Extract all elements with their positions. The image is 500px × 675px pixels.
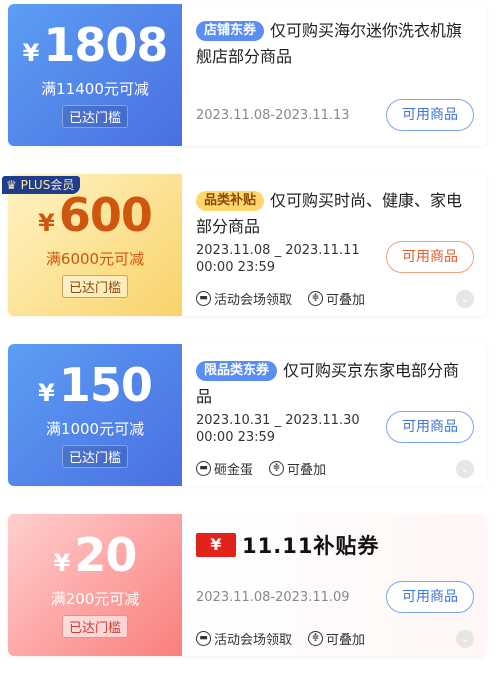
- coupon-title-block: 店铺东券 仅可购买海尔迷你洗衣机旗舰店部分商品: [196, 18, 472, 70]
- threshold-badge: 已达门槛: [61, 615, 128, 638]
- currency-symbol: ¥: [38, 209, 55, 237]
- subsidy-logo-text: 11.11补贴券: [242, 534, 380, 558]
- threshold-badge: 已达门槛: [61, 445, 128, 468]
- ticket-icon: ▬: [196, 631, 211, 646]
- meta-source: 砸金蛋: [214, 463, 254, 478]
- currency-symbol: ¥: [22, 39, 40, 67]
- stack-icon: ≑: [269, 461, 285, 476]
- coupon-meta: ▬ 活动会场领取 ≑ 可叠加: [196, 629, 365, 648]
- coupon-type-tag: 限品类东券: [196, 361, 278, 381]
- usable-items-button[interactable]: 可用商品: [386, 99, 474, 131]
- meta-source: 活动会场领取: [214, 633, 293, 648]
- coupon-value-panel: ¥ 20 满200元可减 已达门槛: [8, 514, 182, 656]
- coupon-card[interactable]: ¥ 1808 满11400元可减 已达门槛 店铺东券 仅可购买海尔迷你洗衣机旗舰店…: [8, 4, 486, 146]
- coupon-type-tag: 店铺东券: [196, 21, 265, 41]
- ticket-icon: ▬: [196, 461, 211, 476]
- coupon-card[interactable]: ¥ 600 满6000元可减 已达门槛 品类补贴 仅可购买时尚、健康、家电部分商品…: [8, 174, 486, 316]
- coupon-condition: 满11400元可减: [41, 80, 149, 98]
- amount-value: 600: [58, 188, 153, 242]
- usable-items-button[interactable]: 可用商品: [386, 411, 474, 443]
- coupon-info: 品类补贴 仅可购买时尚、健康、家电部分商品 2023.11.08 _ 2023.1…: [182, 174, 486, 316]
- currency-symbol: ¥: [38, 379, 55, 407]
- coupon-card[interactable]: ¥ 150 满1000元可减 已达门槛 限品类东券 仅可购买京东家电部分商品 20…: [8, 344, 486, 486]
- coupon-amount: ¥ 600: [38, 188, 153, 242]
- stack-icon: ≑: [308, 291, 324, 306]
- plus-member-label: PLUS会员: [20, 178, 75, 192]
- coupon-amount: ¥ 1808: [22, 18, 169, 72]
- coupon-info: 店铺东券 仅可购买海尔迷你洗衣机旗舰店部分商品 2023.11.08-2023.1…: [182, 4, 486, 146]
- yen-logo-mark: ¥: [196, 533, 236, 557]
- threshold-badge: 已达门槛: [61, 105, 128, 128]
- coupon-list: ¥ 1808 满11400元可减 已达门槛 店铺东券 仅可购买海尔迷你洗衣机旗舰店…: [0, 0, 500, 675]
- amount-value: 20: [74, 528, 137, 582]
- crown-icon: ♛: [6, 178, 17, 192]
- validity-times: 00:00 23:59: [196, 260, 276, 275]
- validity-dates: 2023.10.31 _ 2023.11.30: [196, 413, 360, 428]
- coupon-condition: 满200元可减: [50, 590, 140, 608]
- meta-source: 活动会场领取: [214, 293, 293, 308]
- meta-stackable: 可叠加: [287, 463, 327, 478]
- amount-value: 150: [58, 358, 153, 412]
- coupon-card[interactable]: ¥ 20 满200元可减 已达门槛 ¥ 11.11补贴券 2023.11.08-…: [8, 514, 486, 656]
- coupon-validity: 2023.11.08-2023.11.13: [196, 108, 350, 123]
- coupon-info: 限品类东券 仅可购买京东家电部分商品 2023.10.31 _ 2023.11.3…: [182, 344, 486, 486]
- coupon-amount: ¥ 20: [53, 528, 138, 582]
- coupon-title-block: 品类补贴 仅可购买时尚、健康、家电部分商品: [196, 188, 472, 240]
- usable-items-button[interactable]: 可用商品: [386, 581, 474, 613]
- chevron-down-icon[interactable]: ⌄: [456, 460, 474, 478]
- coupon-condition: 满6000元可减: [45, 250, 145, 268]
- coupon-amount: ¥ 150: [38, 358, 153, 412]
- subsidy-coupon-logo: ¥ 11.11补贴券: [196, 530, 379, 560]
- amount-value: 1808: [43, 18, 168, 72]
- chevron-down-icon[interactable]: ⌄: [456, 290, 474, 308]
- threshold-badge: 已达门槛: [61, 275, 128, 298]
- coupon-value-panel: ¥ 150 满1000元可减 已达门槛: [8, 344, 182, 486]
- plus-member-badge: ♛ PLUS会员: [2, 176, 81, 194]
- currency-symbol: ¥: [53, 549, 71, 577]
- coupon-validity: 2023.11.08-2023.11.09: [196, 590, 350, 605]
- usable-items-button[interactable]: 可用商品: [386, 241, 474, 273]
- coupon-validity: 2023.10.31 _ 2023.11.30 00:00 23:59: [196, 412, 360, 446]
- coupon-meta: ▬ 活动会场领取 ≑ 可叠加: [196, 289, 365, 308]
- coupon-value-panel: ¥ 1808 满11400元可减 已达门槛: [8, 4, 182, 146]
- validity-times: 00:00 23:59: [196, 430, 276, 445]
- coupon-meta: ▬ 砸金蛋 ≑ 可叠加: [196, 459, 326, 478]
- ticket-icon: ▬: [196, 291, 211, 306]
- chevron-down-icon[interactable]: ⌄: [456, 630, 474, 648]
- coupon-value-panel: ¥ 600 满6000元可减 已达门槛: [8, 174, 182, 316]
- meta-stackable: 可叠加: [326, 633, 366, 648]
- stack-icon: ≑: [308, 631, 324, 646]
- coupon-type-tag: 品类补贴: [196, 191, 265, 211]
- coupon-info: ¥ 11.11补贴券 2023.11.08-2023.11.09 可用商品 ▬ …: [182, 514, 486, 656]
- meta-stackable: 可叠加: [326, 293, 366, 308]
- coupon-validity: 2023.11.08 _ 2023.11.11 00:00 23:59: [196, 242, 360, 276]
- coupon-title-block: 限品类东券 仅可购买京东家电部分商品: [196, 358, 472, 410]
- coupon-condition: 满1000元可减: [45, 420, 145, 438]
- validity-dates: 2023.11.08 _ 2023.11.11: [196, 243, 360, 258]
